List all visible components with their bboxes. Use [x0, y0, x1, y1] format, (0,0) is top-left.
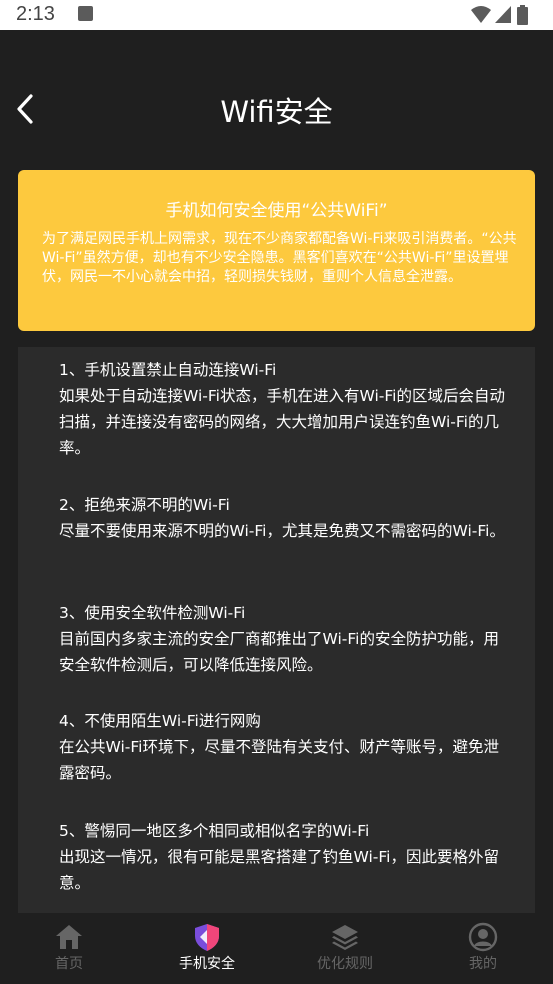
banner-title: 手机如何安全使用“公共WiFi”	[165, 201, 388, 221]
tip-item: 1、手机设置禁止自动连接Wi-Fi 如果处于自动连接Wi-Fi状态，手机在进入有…	[59, 357, 509, 461]
tip-title: 5、警惕同一地区多个相同或相似名字的Wi-Fi	[59, 822, 370, 840]
tab-phone-security[interactable]: 手机安全	[138, 913, 276, 984]
status-time: 2:13	[16, 3, 55, 25]
intro-banner: 手机如何安全使用“公共WiFi” 为了满足网民手机上网需求，现在不少商家都配备W…	[18, 170, 535, 331]
tab-optimize-rules[interactable]: 优化规则	[276, 913, 414, 984]
tab-home[interactable]: 首页	[0, 913, 138, 984]
bottom-tab-bar: 首页 手机安全 优化规则 我的	[0, 913, 553, 984]
battery-icon	[517, 5, 528, 25]
wifi-signal-icon	[471, 6, 491, 23]
tab-label: 我的	[469, 956, 497, 972]
tip-body: 在公共Wi-Fi环境下，尽量不登陆有关支付、财产等账号，避免泄露密码。	[59, 738, 499, 782]
tip-body: 出现这一情况，很有可能是黑客搭建了钓鱼Wi-Fi，因此要格外留意。	[59, 848, 499, 892]
page-title: Wifi安全	[220, 95, 333, 129]
tip-item: 5、警惕同一地区多个相同或相似名字的Wi-Fi 出现这一情况，很有可能是黑客搭建…	[59, 818, 509, 896]
tip-item: 4、不使用陌生Wi-Fi进行网购 在公共Wi-Fi环境下，尽量不登陆有关支付、财…	[59, 708, 509, 786]
tab-mine[interactable]: 我的	[414, 913, 552, 984]
tip-item: 3、使用安全软件检测Wi-Fi 目前国内多家主流的安全厂商都推出了Wi-Fi的安…	[59, 600, 509, 678]
tip-item: 2、拒绝来源不明的Wi-Fi 尽量不要使用来源不明的Wi-Fi，尤其是免费又不需…	[59, 492, 509, 544]
status-bar: 2:13	[0, 0, 553, 30]
tab-label: 首页	[55, 956, 83, 972]
tab-label: 手机安全	[179, 956, 235, 972]
tips-card: 1、手机设置禁止自动连接Wi-Fi 如果处于自动连接Wi-Fi状态，手机在进入有…	[18, 347, 535, 913]
user-icon	[468, 922, 498, 952]
tip-title: 2、拒绝来源不明的Wi-Fi	[59, 496, 230, 514]
cell-signal-icon	[495, 6, 511, 23]
tab-label: 优化规则	[317, 956, 373, 972]
tip-title: 4、不使用陌生Wi-Fi进行网购	[59, 712, 261, 730]
banner-body: 为了满足网民手机上网需求，现在不少商家都配备Wi-Fi来吸引消费者。“公共Wi-…	[42, 231, 517, 285]
app-header: Wifi安全	[0, 30, 553, 158]
tip-body: 如果处于自动连接Wi-Fi状态，手机在进入有Wi-Fi的区域后会自动扫描，并连接…	[59, 387, 505, 457]
status-icons	[471, 5, 541, 25]
home-icon	[56, 925, 82, 949]
tip-body: 目前国内多家主流的安全厂商都推出了Wi-Fi的安全防护功能，用安全软件检测后，可…	[59, 630, 499, 674]
shield-icon	[195, 924, 219, 951]
tip-title: 3、使用安全软件检测Wi-Fi	[59, 604, 246, 622]
tip-body: 尽量不要使用来源不明的Wi-Fi，尤其是免费又不需密码的Wi-Fi。	[59, 522, 505, 540]
notification-icon	[78, 6, 93, 21]
tip-title: 1、手机设置禁止自动连接Wi-Fi	[59, 361, 277, 379]
layers-icon	[332, 925, 358, 950]
